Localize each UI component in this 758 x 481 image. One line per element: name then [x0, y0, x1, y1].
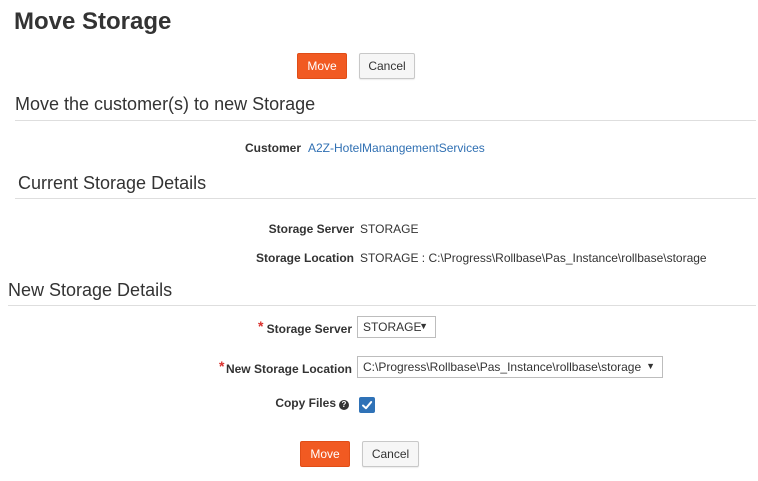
- help-icon[interactable]: ?: [339, 400, 349, 410]
- chevron-down-icon: ▼: [646, 361, 655, 371]
- chevron-down-icon: ▼: [419, 321, 428, 331]
- new-storage-server-label: Storage Server: [266, 322, 352, 336]
- new-storage-title: New Storage Details: [8, 280, 173, 300]
- new-storage-location-label: New Storage Location: [225, 362, 352, 376]
- required-indicator: *: [258, 318, 264, 334]
- move-button-bottom[interactable]: Move: [300, 441, 350, 467]
- copy-files-label-row: Copy Files?: [275, 396, 349, 410]
- required-indicator: *: [219, 358, 225, 374]
- current-storage-server-value: STORAGE: [360, 222, 419, 236]
- cancel-button-bottom[interactable]: Cancel: [362, 441, 419, 467]
- current-storage-location-value: STORAGE : C:\Progress\Rollbase\Pas_Insta…: [360, 251, 707, 265]
- divider: [15, 198, 756, 199]
- copy-files-checkbox[interactable]: [359, 397, 375, 413]
- storage-server-selected: STORAGE: [363, 320, 422, 334]
- customer-link[interactable]: A2Z-HotelManangementServices: [308, 141, 485, 155]
- new-storage-location-selected: C:\Progress\Rollbase\Pas_Instance\rollba…: [363, 360, 642, 374]
- current-storage-title: Current Storage Details: [18, 173, 207, 193]
- move-section-title: Move the customer(s) to new Storage: [15, 94, 316, 114]
- cancel-button-top[interactable]: Cancel: [359, 53, 415, 79]
- check-icon: [362, 401, 373, 410]
- page-title: Move Storage: [14, 8, 172, 35]
- storage-server-select[interactable]: STORAGE ▼: [357, 316, 436, 338]
- customer-label: Customer: [244, 141, 301, 155]
- copy-files-label: Copy Files: [275, 396, 336, 410]
- move-button-top[interactable]: Move: [297, 53, 347, 79]
- new-storage-location-select[interactable]: C:\Progress\Rollbase\Pas_Instance\rollba…: [357, 356, 663, 378]
- current-storage-location-label: Storage Location: [255, 251, 354, 265]
- divider: [15, 120, 756, 121]
- current-storage-server-label: Storage Server: [268, 222, 354, 236]
- divider: [8, 305, 756, 306]
